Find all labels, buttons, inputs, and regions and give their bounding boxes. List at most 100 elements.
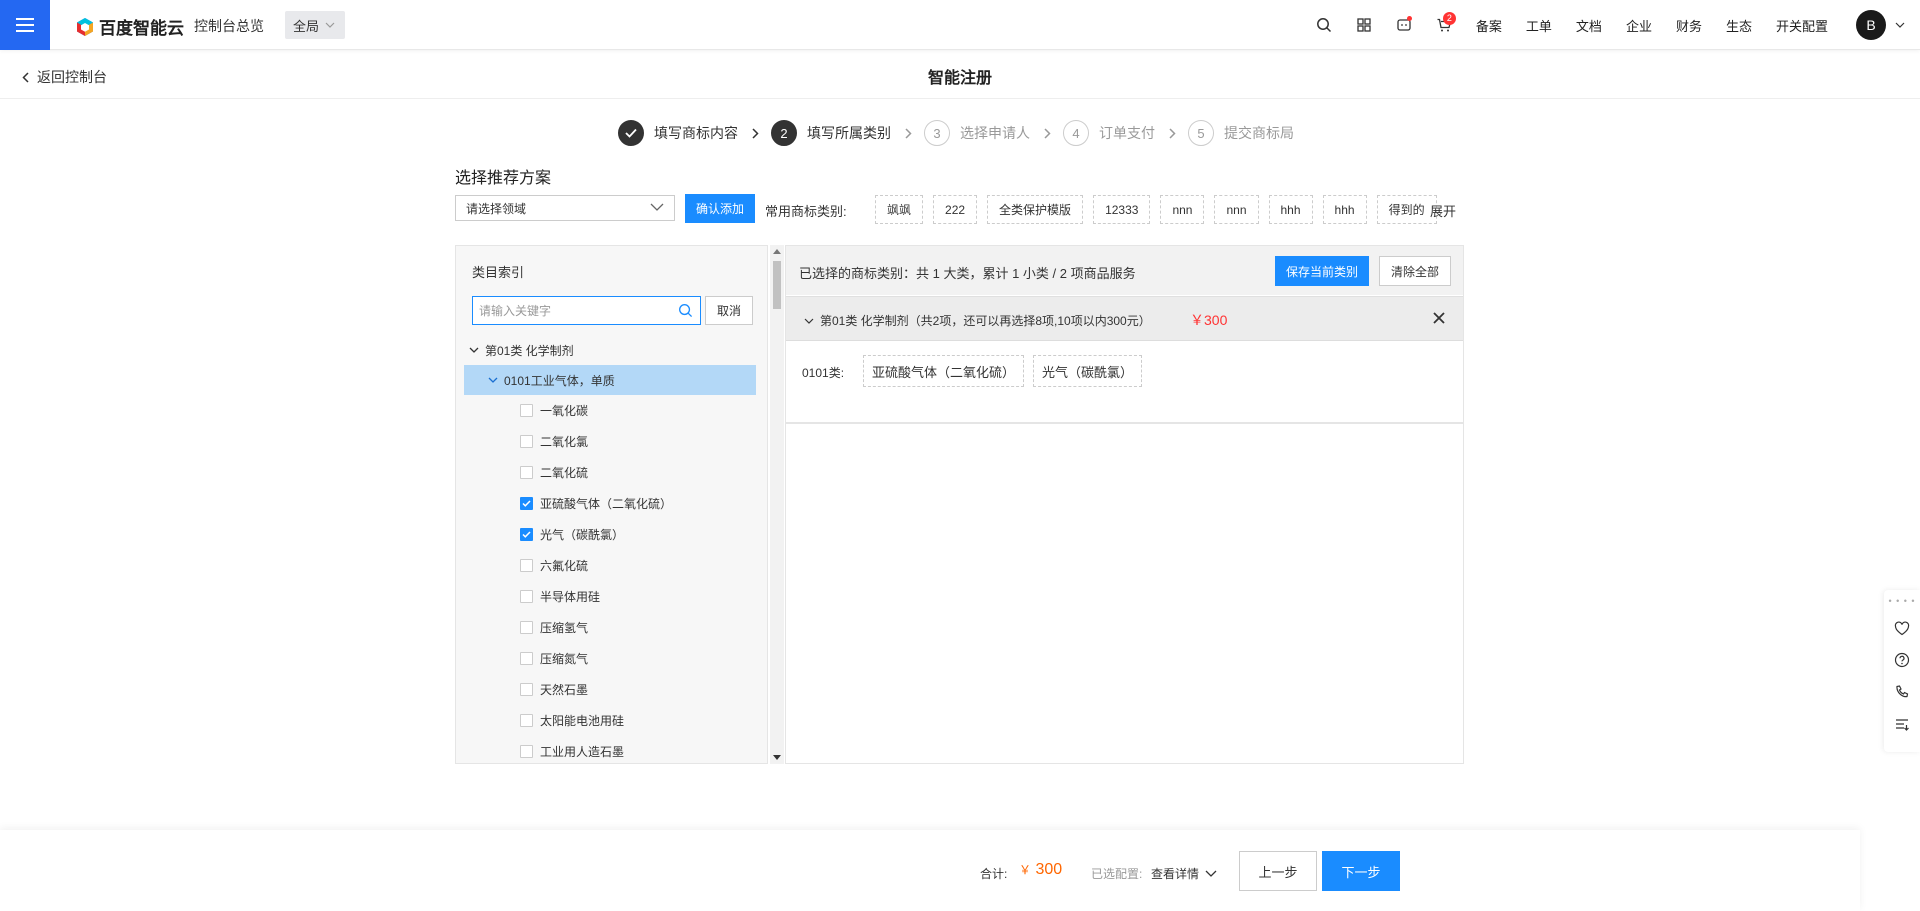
common-tag[interactable]: nnn xyxy=(1160,195,1205,224)
view-details-link[interactable]: 查看详情 xyxy=(1151,865,1217,882)
expand-link[interactable]: 展开 xyxy=(1430,201,1456,220)
common-tag[interactable]: hhh xyxy=(1322,195,1367,224)
checkbox[interactable] xyxy=(520,714,533,727)
tree-item[interactable]: 工业用人造石墨 xyxy=(464,736,756,763)
tree-item[interactable]: 半导体用硅 xyxy=(464,581,756,612)
clear-all-button[interactable]: 清除全部 xyxy=(1379,256,1451,286)
plan-section-title: 选择推荐方案 xyxy=(455,170,552,187)
help-icon xyxy=(1894,652,1910,668)
nav-link-finance[interactable]: 财务 xyxy=(1664,16,1714,35)
message-dot xyxy=(1406,16,1412,21)
scroll-down-arrow-icon[interactable] xyxy=(773,755,781,760)
avatar[interactable]: B xyxy=(1856,10,1886,40)
domain-select[interactable]: 请选择领域 xyxy=(455,195,675,221)
step-5: 5 提交商标局 xyxy=(1188,120,1294,146)
drag-handle-icon[interactable]: • • • • xyxy=(1884,590,1920,612)
help-button[interactable] xyxy=(1884,644,1920,676)
tree-node-group[interactable]: 0101工业气体，单质 xyxy=(464,365,756,395)
tree-item[interactable]: 亚硫酸气体（二氧化硫） xyxy=(464,488,756,519)
selected-class-row[interactable]: 第01类 化学制剂（共2项，还可以再选择8项,10项以内300元） ￥300 xyxy=(786,296,1463,341)
keyword-search-input[interactable]: 请输入关键字 xyxy=(472,296,701,325)
selected-class-label-group: 第01类 化学制剂（共2项，还可以再选择8项,10项以内300元） xyxy=(804,312,1151,329)
search-icon xyxy=(1316,18,1331,33)
selected-goods-tag[interactable]: 光气（碳酰氯） xyxy=(1033,355,1143,387)
account-menu-toggle[interactable] xyxy=(1886,22,1914,28)
top-navbar: 百度智能云 控制台总览 全局 2 备案 工单 文档 企业 财务 生态 开关配置 … xyxy=(0,0,1920,50)
save-category-button[interactable]: 保存当前类别 xyxy=(1275,256,1369,286)
checkbox[interactable] xyxy=(520,466,533,479)
tree-item[interactable]: 压缩氮气 xyxy=(464,643,756,674)
step-label: 订单支付 xyxy=(1099,125,1155,141)
checkbox[interactable] xyxy=(520,435,533,448)
tree-item-label: 亚硫酸气体（二氧化硫） xyxy=(540,497,673,511)
contact-button[interactable] xyxy=(1884,676,1920,708)
chevron-down-icon xyxy=(488,377,498,383)
common-tag[interactable]: hhh xyxy=(1268,195,1313,224)
checkbox[interactable] xyxy=(520,683,533,696)
checkbox[interactable] xyxy=(520,590,533,603)
search-button[interactable] xyxy=(1304,0,1344,50)
nav-right-group: 2 备案 工单 文档 企业 财务 生态 开关配置 B xyxy=(1304,0,1920,50)
checkbox[interactable] xyxy=(520,745,533,758)
checkbox[interactable] xyxy=(520,652,533,665)
nav-link-docs[interactable]: 文档 xyxy=(1564,16,1614,35)
tree-item[interactable]: 太阳能电池用硅 xyxy=(464,705,756,736)
tree-item-label: 压缩氢气 xyxy=(540,621,589,635)
cart-button[interactable]: 2 xyxy=(1424,0,1464,50)
tree-item[interactable]: 二氧化硫 xyxy=(464,457,756,488)
hamburger-menu-button[interactable] xyxy=(0,0,50,50)
chevron-right-icon xyxy=(1169,127,1176,139)
confirm-add-button[interactable]: 确认添加 xyxy=(685,194,755,223)
nav-link-beian[interactable]: 备案 xyxy=(1464,16,1514,35)
scroll-up-arrow-icon[interactable] xyxy=(773,249,781,254)
console-overview-link[interactable]: 控制台总览 xyxy=(194,16,264,36)
region-select[interactable]: 全局 xyxy=(285,11,345,39)
feedback-button[interactable] xyxy=(1884,708,1920,740)
common-tag[interactable]: 全类保护模版 xyxy=(987,195,1084,224)
checkmark-icon xyxy=(522,500,531,507)
tree-node-class[interactable]: 第01类 化学制剂 xyxy=(464,335,756,365)
tree-item[interactable]: 六氟化硫 xyxy=(464,550,756,581)
selected-goods-tag[interactable]: 亚硫酸气体（二氧化硫） xyxy=(863,355,1025,387)
previous-step-button[interactable]: 上一步 xyxy=(1239,851,1317,891)
chevron-down-icon xyxy=(1895,22,1905,28)
nav-link-ecosystem[interactable]: 生态 xyxy=(1714,16,1764,35)
checkbox[interactable] xyxy=(520,559,533,572)
search-cancel-button[interactable]: 取消 xyxy=(705,296,753,325)
checkbox[interactable] xyxy=(520,404,533,417)
view-details-label: 查看详情 xyxy=(1151,867,1200,881)
checkbox[interactable] xyxy=(520,621,533,634)
nav-link-enterprise[interactable]: 企业 xyxy=(1614,16,1664,35)
search-icon[interactable] xyxy=(678,303,693,318)
total-label: 合计: xyxy=(980,867,1008,881)
bottom-action-bar: 合计: ￥ 300 已选配置: 查看详情 上一步 下一步 xyxy=(0,830,1860,911)
common-tag[interactable]: 222 xyxy=(933,195,978,224)
common-tag[interactable]: nnn xyxy=(1214,195,1259,224)
close-icon[interactable] xyxy=(1433,312,1445,324)
tree-scrollbar[interactable] xyxy=(770,245,784,764)
tree-item[interactable]: 压缩氢气 xyxy=(464,612,756,643)
tree-item-label: 半导体用硅 xyxy=(540,590,601,604)
cart-badge: 2 xyxy=(1442,12,1456,25)
checkbox-checked[interactable] xyxy=(520,497,533,510)
tree-item[interactable]: 一氧化碳 xyxy=(464,395,756,426)
apps-button[interactable] xyxy=(1344,0,1384,50)
list-icon xyxy=(1896,719,1909,731)
common-tag[interactable]: 飒飒 xyxy=(875,195,924,224)
next-step-button[interactable]: 下一步 xyxy=(1322,851,1400,891)
message-button[interactable] xyxy=(1384,0,1424,50)
nav-link-ticket[interactable]: 工单 xyxy=(1514,16,1564,35)
nav-link-config[interactable]: 开关配置 xyxy=(1764,16,1840,35)
tree-item[interactable]: 天然石墨 xyxy=(464,674,756,705)
common-tag[interactable]: 得到的 xyxy=(1376,195,1437,224)
tree-item-label: 六氟化硫 xyxy=(540,559,589,573)
chevron-down-icon xyxy=(1205,870,1217,877)
tree-item[interactable]: 光气（碳酰氯） xyxy=(464,519,756,550)
tree-item[interactable]: 二氧化氯 xyxy=(464,426,756,457)
favorite-button[interactable] xyxy=(1884,612,1920,644)
tree-item-label: 天然石墨 xyxy=(540,683,589,697)
brand-logo[interactable]: 百度智能云 xyxy=(75,14,184,39)
scrollbar-thumb[interactable] xyxy=(773,261,781,309)
common-tag[interactable]: 12333 xyxy=(1093,195,1151,224)
checkbox-checked[interactable] xyxy=(520,528,533,541)
